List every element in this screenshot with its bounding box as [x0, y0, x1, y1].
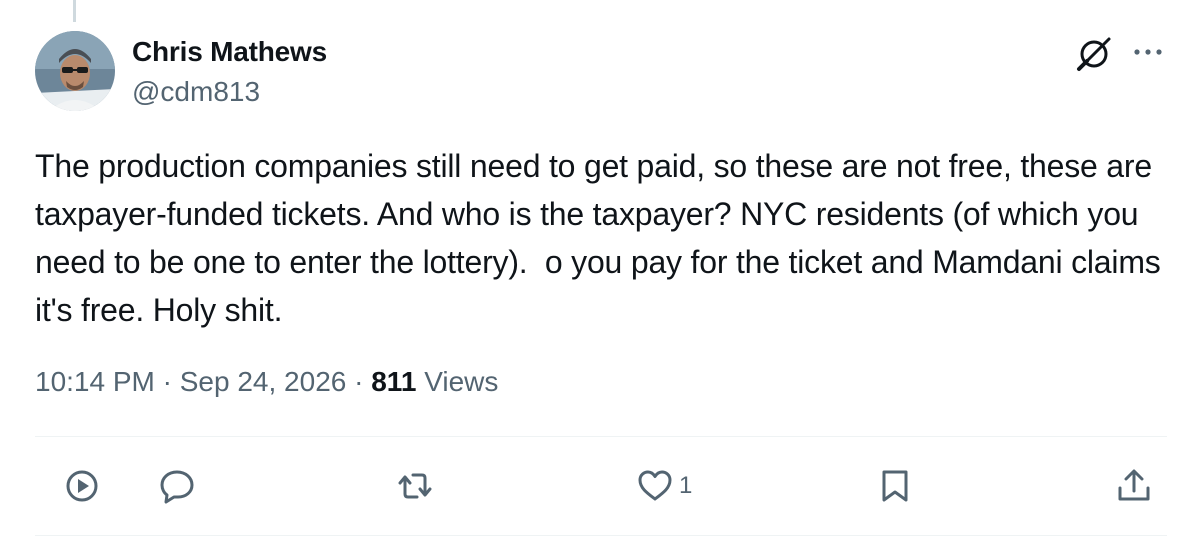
share-button[interactable] [1114, 466, 1154, 506]
avatar[interactable] [35, 31, 115, 111]
tweet-date[interactable]: Sep 24, 2026 [180, 366, 347, 397]
repost-icon [395, 466, 435, 506]
author-name[interactable]: Chris Mathews [132, 36, 327, 68]
meta-separator: · [354, 366, 364, 397]
grok-icon[interactable] [1074, 34, 1114, 74]
views-label: Views [424, 366, 499, 397]
reply-icon [157, 466, 197, 506]
tweet-time[interactable]: 10:14 PM [35, 366, 155, 397]
views-count: 811 [371, 366, 417, 397]
like-count: 1 [679, 472, 693, 499]
reply-button[interactable] [157, 466, 197, 506]
more-icon[interactable] [1130, 34, 1166, 70]
like-button[interactable]: 1 [635, 466, 692, 506]
divider [35, 535, 1167, 536]
thread-connector-line [73, 0, 76, 22]
tweet-meta: 10:14 PM · Sep 24, 2026 · 811 Views [35, 366, 498, 398]
repost-button[interactable] [395, 466, 435, 506]
divider [35, 436, 1167, 437]
like-icon [635, 466, 675, 506]
play-icon [62, 466, 102, 506]
bookmark-icon [875, 466, 915, 506]
tweet-text: The production companies still need to g… [35, 148, 1170, 328]
share-icon [1114, 466, 1154, 506]
play-button[interactable] [62, 466, 102, 506]
meta-separator: · [162, 366, 172, 397]
author-handle[interactable]: @cdm813 [132, 76, 260, 108]
bookmark-button[interactable] [875, 466, 915, 506]
